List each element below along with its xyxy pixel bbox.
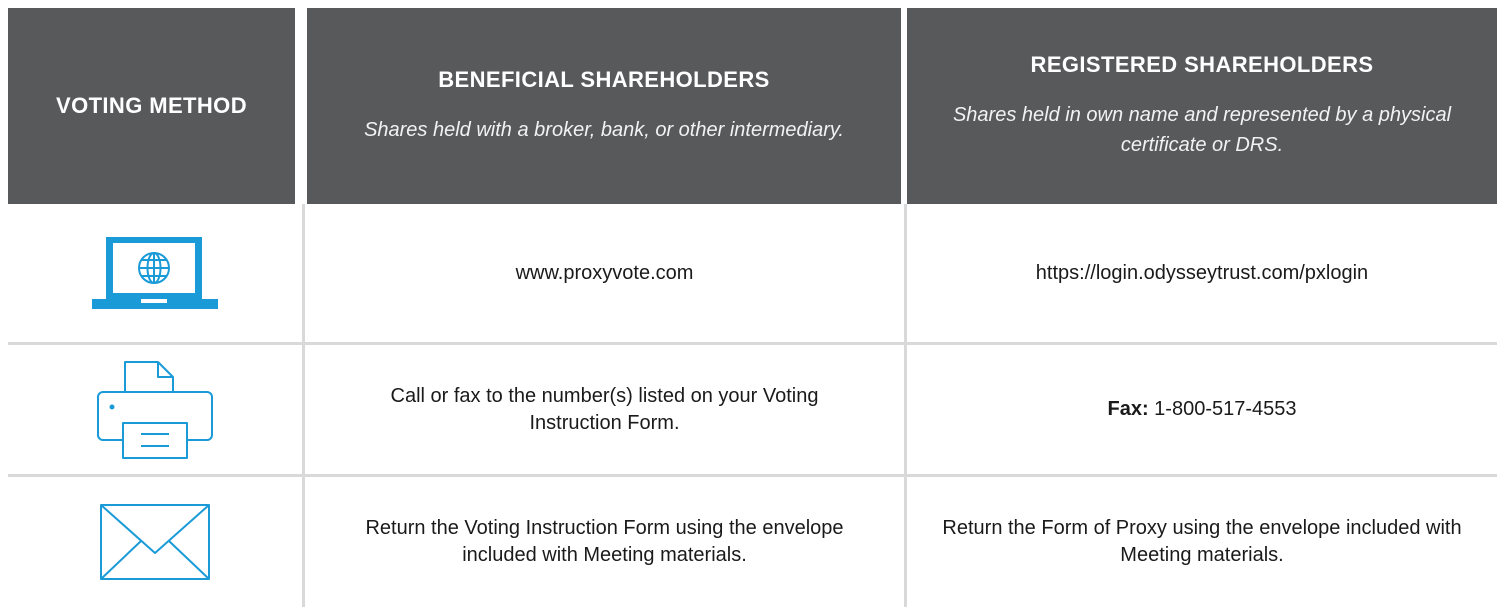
header-beneficial-subtitle: Shares held with a broker, bank, or othe…: [364, 119, 844, 141]
header-beneficial: BENEFICIAL SHAREHOLDERS Shares held with…: [307, 8, 901, 204]
fax-number: 1-800-517-4553: [1148, 398, 1297, 420]
row-internet-icon-cell: [8, 204, 302, 342]
fax-label: Fax:: [1107, 398, 1149, 420]
row-fax-beneficial: Call or fax to the number(s) listed on y…: [305, 345, 904, 474]
mail-registered-text: Return the Form of Proxy using the envel…: [942, 517, 1462, 566]
mail-beneficial-text: Return the Voting Instruction Form using…: [365, 517, 844, 566]
row-internet-registered: https://login.odysseytrust.com/pxlogin: [907, 204, 1497, 342]
fax-registered-text: Fax: 1-800-517-4553: [1107, 396, 1296, 423]
header-registered: REGISTERED SHAREHOLDERS Shares held in o…: [907, 8, 1497, 204]
odyssey-login-link[interactable]: https://login.odysseytrust.com/pxlogin: [1036, 260, 1368, 287]
row-fax-registered: Fax: 1-800-517-4553: [907, 345, 1497, 474]
voting-methods-table: VOTING METHOD BENEFICIAL SHAREHOLDERS Sh…: [0, 0, 1501, 607]
header-voting-method: VOTING METHOD: [8, 8, 295, 204]
header-beneficial-title: BENEFICIAL SHAREHOLDERS: [438, 67, 770, 92]
row-mail-registered: Return the Form of Proxy using the envel…: [907, 477, 1497, 607]
header-registered-subtitle: Shares held in own name and represented …: [952, 104, 1452, 156]
mail-envelope-icon: [100, 504, 210, 580]
row-mail-beneficial: Return the Voting Instruction Form using…: [305, 477, 904, 607]
proxyvote-link[interactable]: www.proxyvote.com: [516, 260, 694, 287]
row-mail-icon-cell: [8, 477, 302, 607]
header-voting-method-title: VOTING METHOD: [56, 93, 247, 118]
row-internet-beneficial: www.proxyvote.com: [305, 204, 904, 342]
fax-printer-icon: [97, 360, 213, 459]
header-registered-title: REGISTERED SHAREHOLDERS: [1030, 52, 1374, 77]
fax-beneficial-text: Call or fax to the number(s) listed on y…: [390, 384, 819, 434]
row-fax-icon-cell: [8, 345, 302, 474]
laptop-globe-icon: [92, 237, 218, 309]
